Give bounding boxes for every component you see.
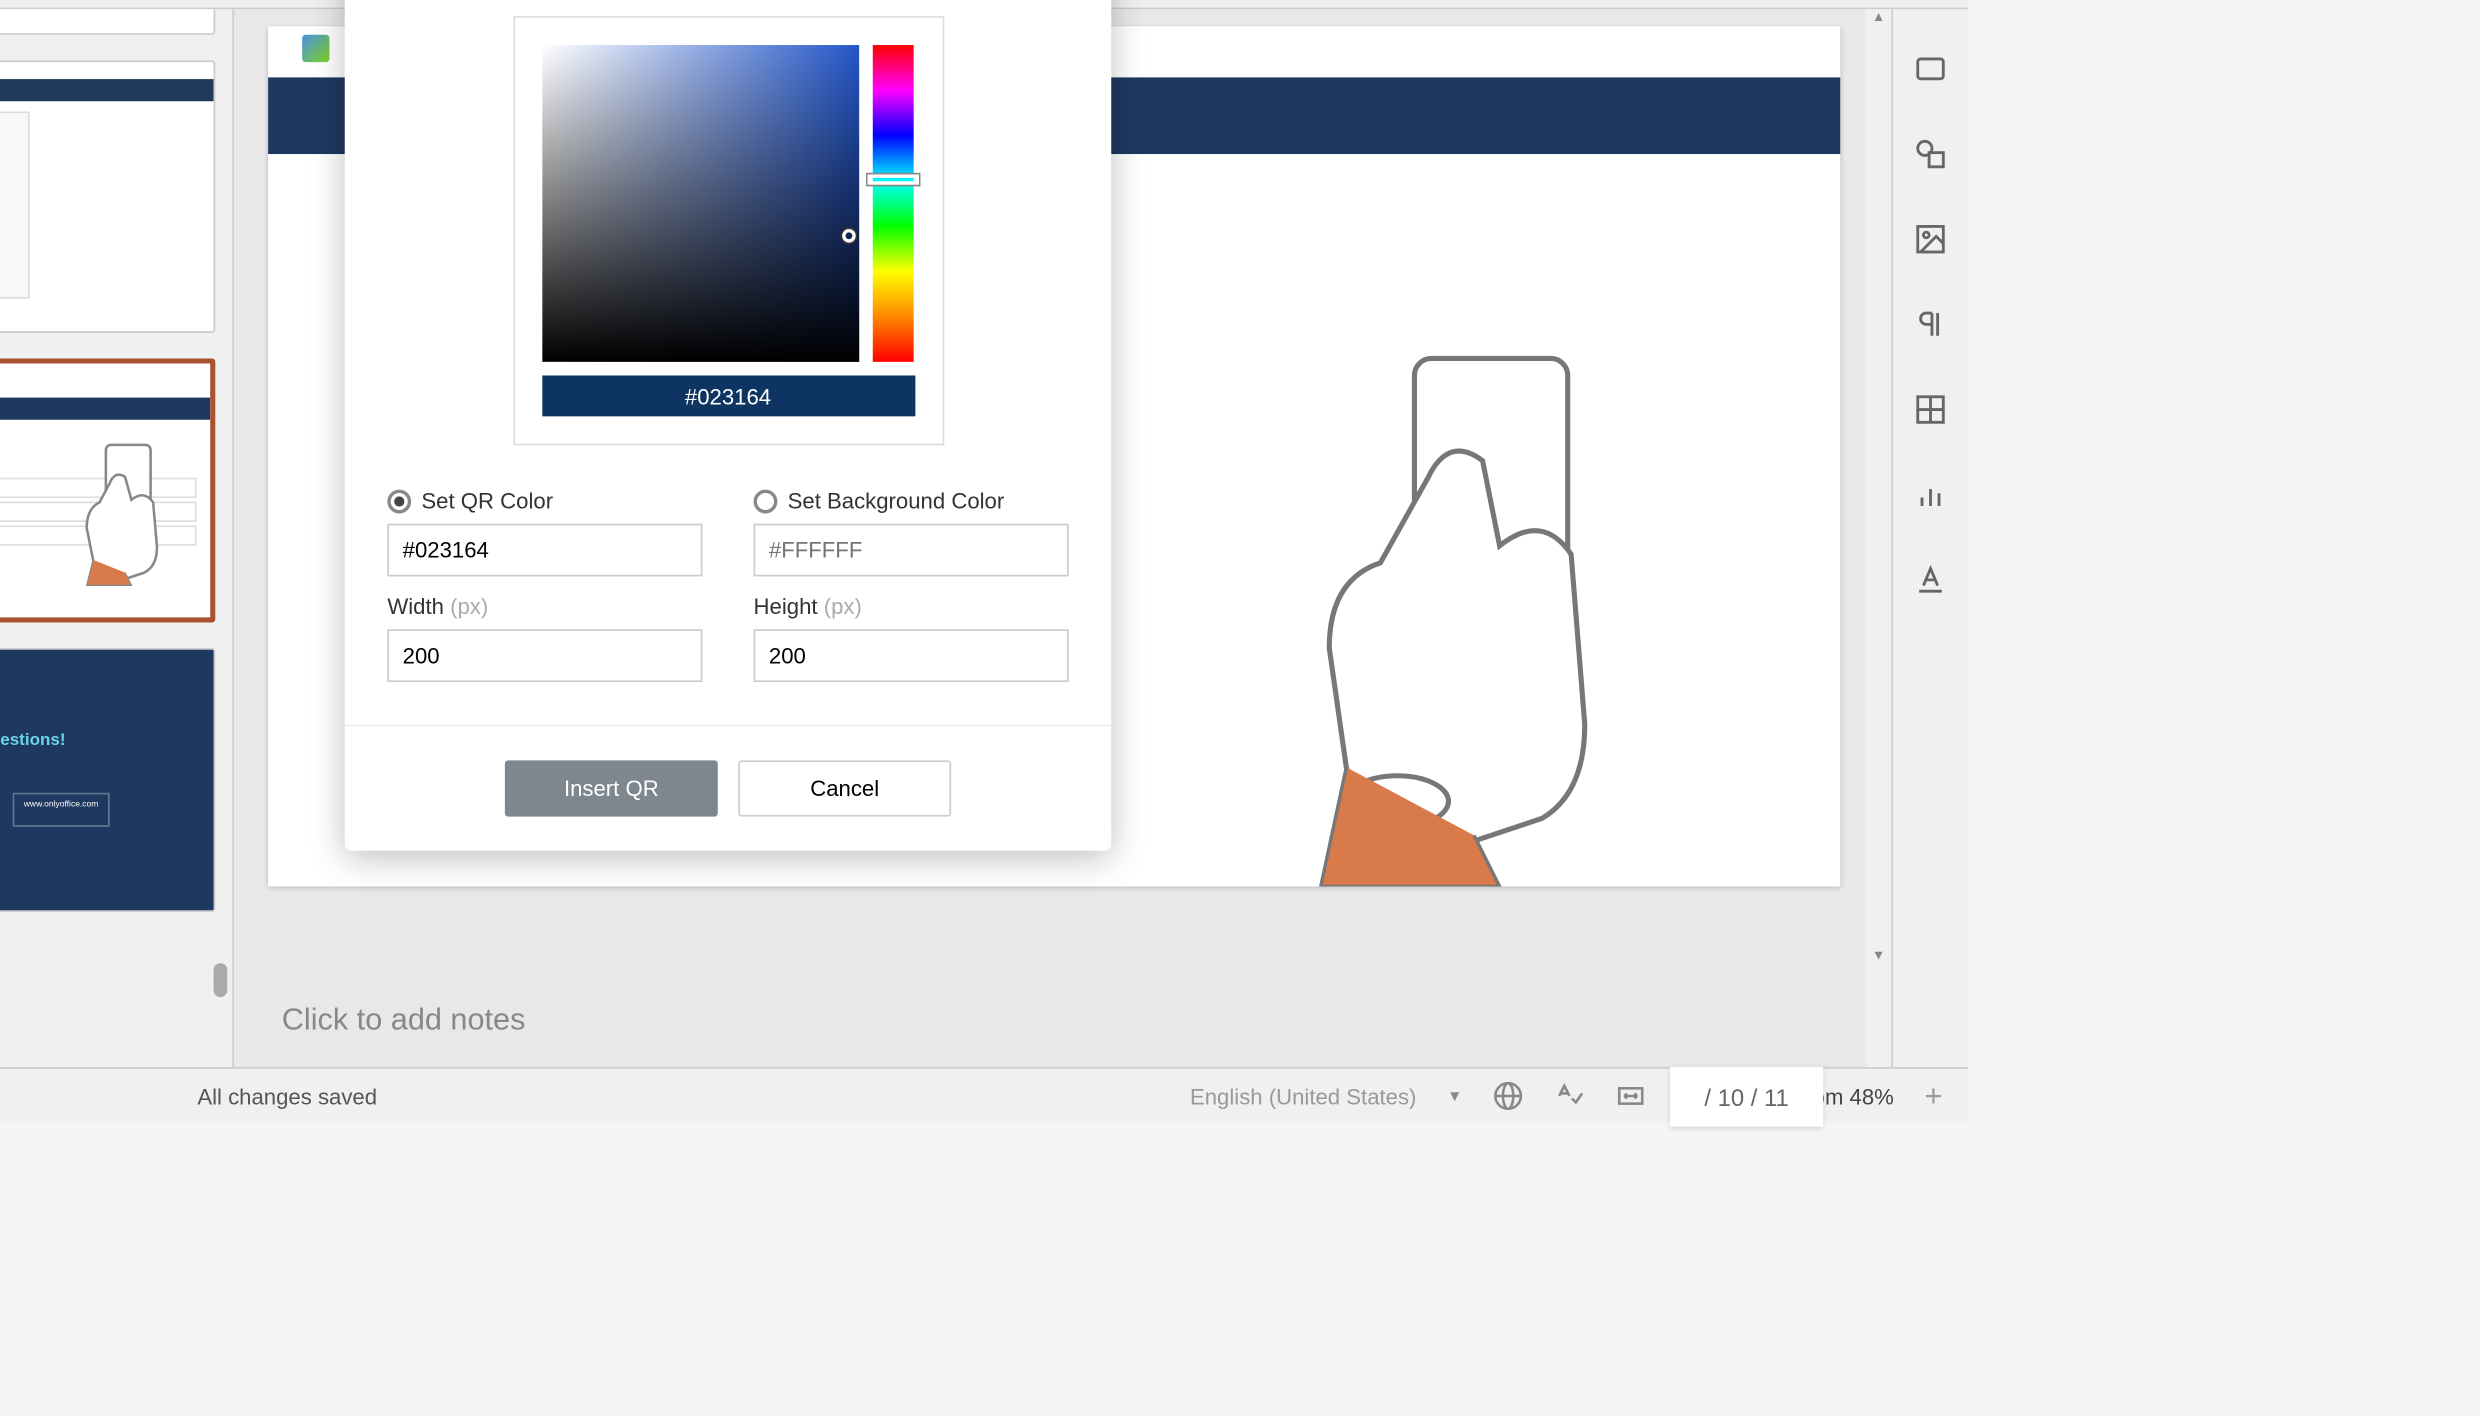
bg-color-input[interactable] — [754, 524, 1069, 577]
zoom-in-button[interactable]: + — [1925, 1078, 1943, 1114]
slide-logo-icon — [302, 34, 329, 61]
color-picker: #023164 — [513, 16, 944, 445]
slide-settings-icon[interactable] — [1913, 52, 1947, 86]
canvas-vscroll[interactable]: ▲ ▼ — [1866, 9, 1892, 1067]
page-indicator: / 10 / 11 — [1670, 1067, 1823, 1127]
slide-thumb-44[interactable]: ☐ ONLYOFFICE Docs 8.1 DESKTOP EDITORS Ge… — [0, 358, 215, 622]
chart-settings-icon[interactable] — [1913, 478, 1947, 512]
qr-color-input[interactable] — [387, 524, 702, 577]
panel-scrollbar[interactable] — [214, 963, 228, 997]
shape-settings-icon[interactable] — [1913, 137, 1947, 171]
color-hex-display: #023164 — [541, 375, 914, 416]
save-status: All changes saved — [197, 1083, 377, 1109]
saturation-field[interactable] — [541, 45, 858, 362]
qr-settings-dialog: QR Settings ✕ #023164 Set QR Color — [345, 0, 1111, 851]
image-settings-icon[interactable] — [1913, 222, 1947, 256]
notes-placeholder[interactable]: Click to add notes — [268, 990, 1840, 1050]
slide-thumbnails-panel: 43 ☐ ONLYOFFICE Docs 8.1 What's new for … — [0, 9, 234, 1067]
height-input[interactable] — [754, 629, 1069, 682]
hand-phone-illustration — [1244, 341, 1687, 886]
table-settings-icon[interactable] — [1913, 393, 1947, 427]
spellcheck-icon[interactable] — [1554, 1081, 1585, 1112]
slide-thumb-45[interactable]: ☐ ONLYOFFICE Thank you! We are open for … — [0, 648, 215, 912]
saturation-cursor[interactable] — [841, 229, 855, 243]
width-input[interactable] — [387, 629, 702, 682]
paragraph-icon[interactable] — [1913, 307, 1947, 341]
language-selector[interactable]: English (United States) — [1190, 1083, 1416, 1109]
hue-cursor[interactable] — [867, 175, 918, 185]
fit-width-icon[interactable] — [1616, 1081, 1647, 1112]
slide-thumb-43[interactable]: ☐ ONLYOFFICE Docs 8.1 What's new for dev… — [0, 60, 215, 333]
bg-color-radio[interactable]: Set Background Color — [754, 488, 1069, 514]
globe-icon[interactable] — [1493, 1081, 1524, 1112]
insert-qr-button[interactable]: Insert QR — [505, 760, 718, 816]
qr-color-radio[interactable]: Set QR Color — [387, 488, 702, 514]
cancel-button[interactable]: Cancel — [738, 760, 951, 816]
right-rail — [1891, 9, 1968, 1067]
hand-phone-icon — [57, 438, 193, 591]
textart-settings-icon[interactable] — [1913, 563, 1947, 597]
hue-strip[interactable] — [872, 45, 913, 362]
